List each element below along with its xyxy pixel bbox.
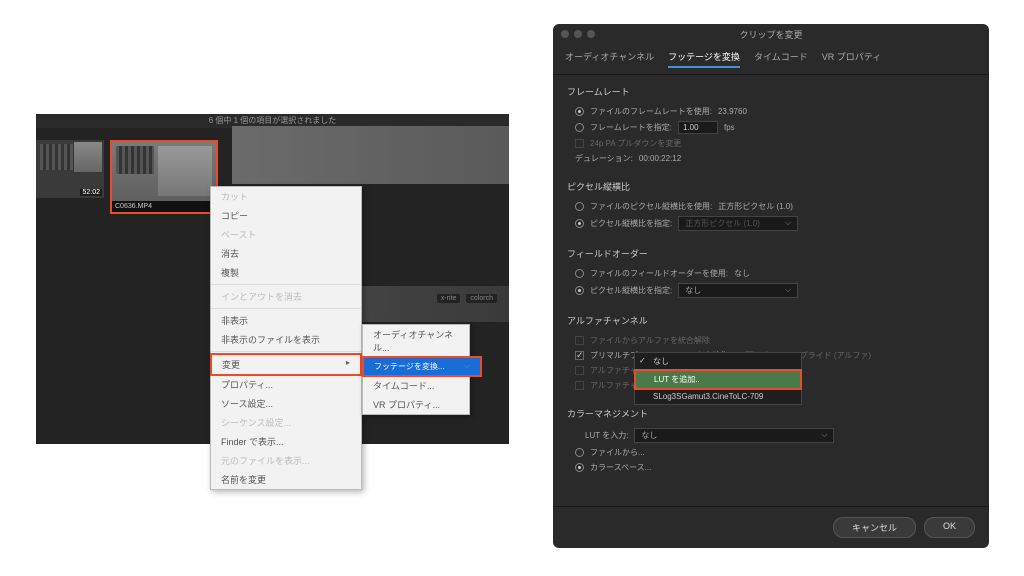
chk-alpha-ignore xyxy=(575,336,584,345)
ctx-properties[interactable]: プロパティ... xyxy=(211,375,361,394)
radio-use-file-fps[interactable] xyxy=(575,107,584,116)
radio-conform-field[interactable] xyxy=(575,286,584,295)
clip-thumbnail-selected[interactable]: C0636.MP4 xyxy=(110,140,218,214)
radio-assume-fps[interactable] xyxy=(575,123,584,132)
sub-audio-channels[interactable]: オーディオチャンネル... xyxy=(363,325,469,357)
ctx-rename[interactable]: 名前を変更 xyxy=(211,470,361,489)
ctx-copy[interactable]: コピー xyxy=(211,206,361,225)
sub-vr-properties[interactable]: VR プロパティ... xyxy=(363,395,469,414)
dialog-titlebar: クリップを変更 xyxy=(553,24,989,44)
radio-lut-from-file[interactable] xyxy=(575,448,584,457)
clip-timestamp: 52:02 xyxy=(80,189,102,196)
section-framerate: フレームレート ファイルのフレームレートを使用:23.9760 フレームレートを… xyxy=(567,85,975,166)
lut-option-add[interactable]: LUT を追加.. xyxy=(634,369,802,390)
tab-audio-channels[interactable]: オーディオチャンネル xyxy=(565,50,654,68)
ctx-reveal-finder[interactable]: Finder で表示... xyxy=(211,432,361,451)
ctx-duplicate[interactable]: 複製 xyxy=(211,263,361,282)
thumbnail-badges: x-ritecolorch xyxy=(437,294,497,303)
sub-timecode[interactable]: タイムコード... xyxy=(363,376,469,395)
ctx-clear[interactable]: 消去 xyxy=(211,244,361,263)
clip-thumbnail-small[interactable]: 52:02 xyxy=(36,140,104,198)
clip-filename: C0636.MP4 xyxy=(112,201,216,212)
select-par[interactable]: 正方形ピクセル (1.0) xyxy=(678,216,798,231)
chk-alpha-premult[interactable] xyxy=(575,351,584,360)
cancel-button[interactable]: キャンセル xyxy=(833,517,916,538)
tab-vr-properties[interactable]: VR プロパティ xyxy=(822,50,881,68)
tab-interpret-footage[interactable]: フッテージを変換 xyxy=(668,50,740,68)
dialog-title: クリップを変更 xyxy=(553,28,989,41)
tab-timecode[interactable]: タイムコード xyxy=(754,50,808,68)
section-field-order: フィールドオーダー ファイルのフィールドオーダーを使用:なし ピクセル縦横比を指… xyxy=(567,247,975,300)
select-input-lut[interactable]: なし xyxy=(634,428,834,443)
ctx-source-settings[interactable]: ソース設定... xyxy=(211,394,361,413)
radio-use-file-par[interactable] xyxy=(575,202,584,211)
lut-dropdown[interactable]: なし LUT を追加.. SLog3SGamut3.CineToLC-709 xyxy=(634,352,802,405)
ctx-reveal-original: 元のファイルを表示... xyxy=(211,451,361,470)
sub-interpret-footage[interactable]: フッテージを変換... xyxy=(362,356,482,377)
lut-option-preset[interactable]: SLog3SGamut3.CineToLC-709 xyxy=(635,389,801,404)
context-submenu-modify[interactable]: オーディオチャンネル... フッテージを変換... タイムコード... VR プ… xyxy=(362,324,470,415)
ctx-cut: カット xyxy=(211,187,361,206)
dialog-tabs: オーディオチャンネル フッテージを変換 タイムコード VR プロパティ xyxy=(553,44,989,75)
radio-use-file-field[interactable] xyxy=(575,269,584,278)
modify-clip-dialog: クリップを変更 オーディオチャンネル フッテージを変換 タイムコード VR プロ… xyxy=(553,24,989,548)
project-panel: 6 個中 1 個の項目が選択されました 52:02 C0636.MP4 x-ri… xyxy=(36,114,509,444)
lut-option-none[interactable]: なし xyxy=(635,353,801,370)
chk-remove-pulldown xyxy=(575,139,584,148)
ctx-modify[interactable]: 変更 xyxy=(210,353,362,376)
radio-lut-colorspace[interactable] xyxy=(575,463,584,472)
select-field-order[interactable]: なし xyxy=(678,283,798,298)
ctx-hide[interactable]: 非表示 xyxy=(211,311,361,330)
input-fps[interactable]: 1.00 xyxy=(678,121,718,134)
dialog-footer: キャンセル OK xyxy=(553,506,989,548)
radio-conform-par[interactable] xyxy=(575,219,584,228)
ctx-paste: ペースト xyxy=(211,225,361,244)
context-menu[interactable]: カット コピー ペースト 消去 複製 インとアウトを消去 非表示 非表示のファイ… xyxy=(210,186,362,490)
chk-alpha-invert xyxy=(575,381,584,390)
ctx-sequence-settings: シーケンス設定... xyxy=(211,413,361,432)
ctx-show-hidden[interactable]: 非表示のファイルを表示 xyxy=(211,330,361,349)
ctx-clear-inout: インとアウトを消去 xyxy=(211,287,361,306)
chk-alpha-use xyxy=(575,366,584,375)
ok-button[interactable]: OK xyxy=(924,517,975,538)
section-pixel-aspect: ピクセル縦横比 ファイルのピクセル縦横比を使用:正方形ピクセル (1.0) ピク… xyxy=(567,180,975,233)
section-color-management: カラーマネジメント LUT を入力:なし ファイルから... カラースペース..… xyxy=(567,407,975,475)
